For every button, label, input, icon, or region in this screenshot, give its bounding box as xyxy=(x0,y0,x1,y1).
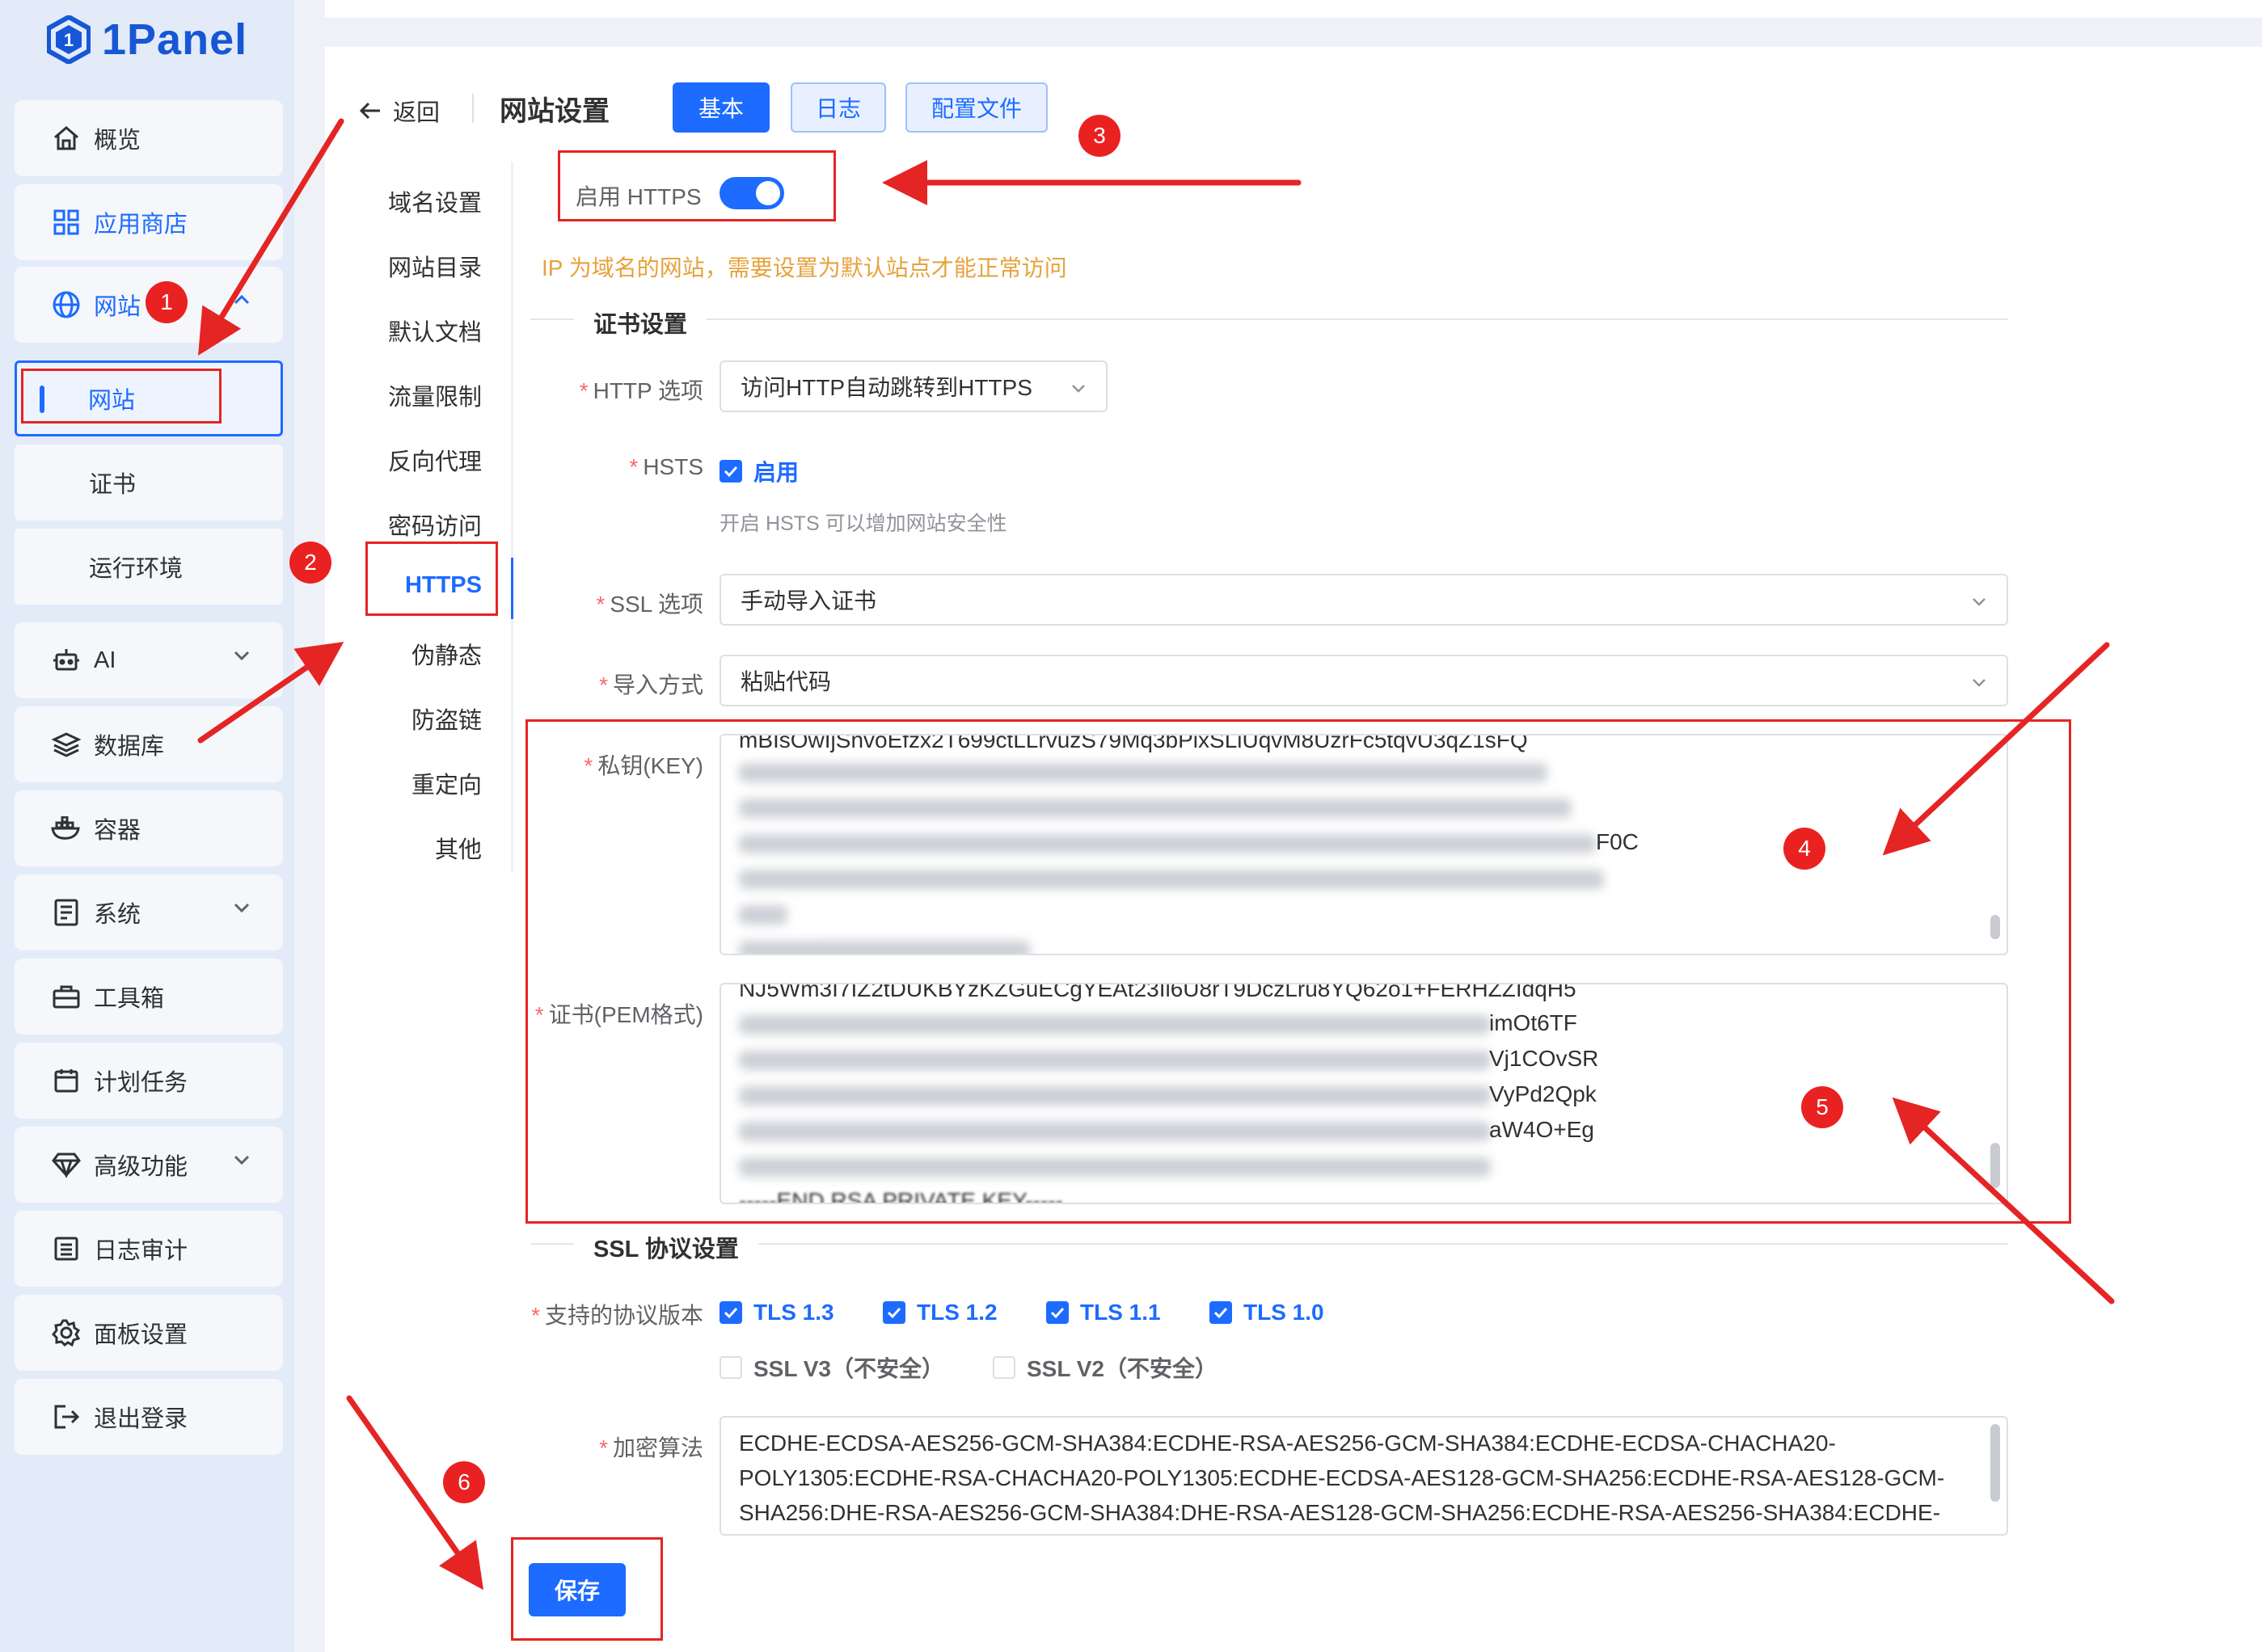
arrow-2 xyxy=(197,642,344,744)
annotation-badge-2: 2 xyxy=(289,542,331,584)
annotation-badge-3: 3 xyxy=(1078,115,1120,157)
arrow-1 xyxy=(198,118,344,356)
annotation-badge-5: 5 xyxy=(1801,1086,1843,1128)
annotation-badge-6: 6 xyxy=(443,1461,485,1503)
arrow-5 xyxy=(1892,1097,2115,1304)
annotation-arrows xyxy=(197,118,2115,1591)
annotation-badge-1: 1 xyxy=(146,281,188,323)
arrow-4 xyxy=(1882,642,2110,856)
annotation-badge-4: 4 xyxy=(1783,828,1825,870)
